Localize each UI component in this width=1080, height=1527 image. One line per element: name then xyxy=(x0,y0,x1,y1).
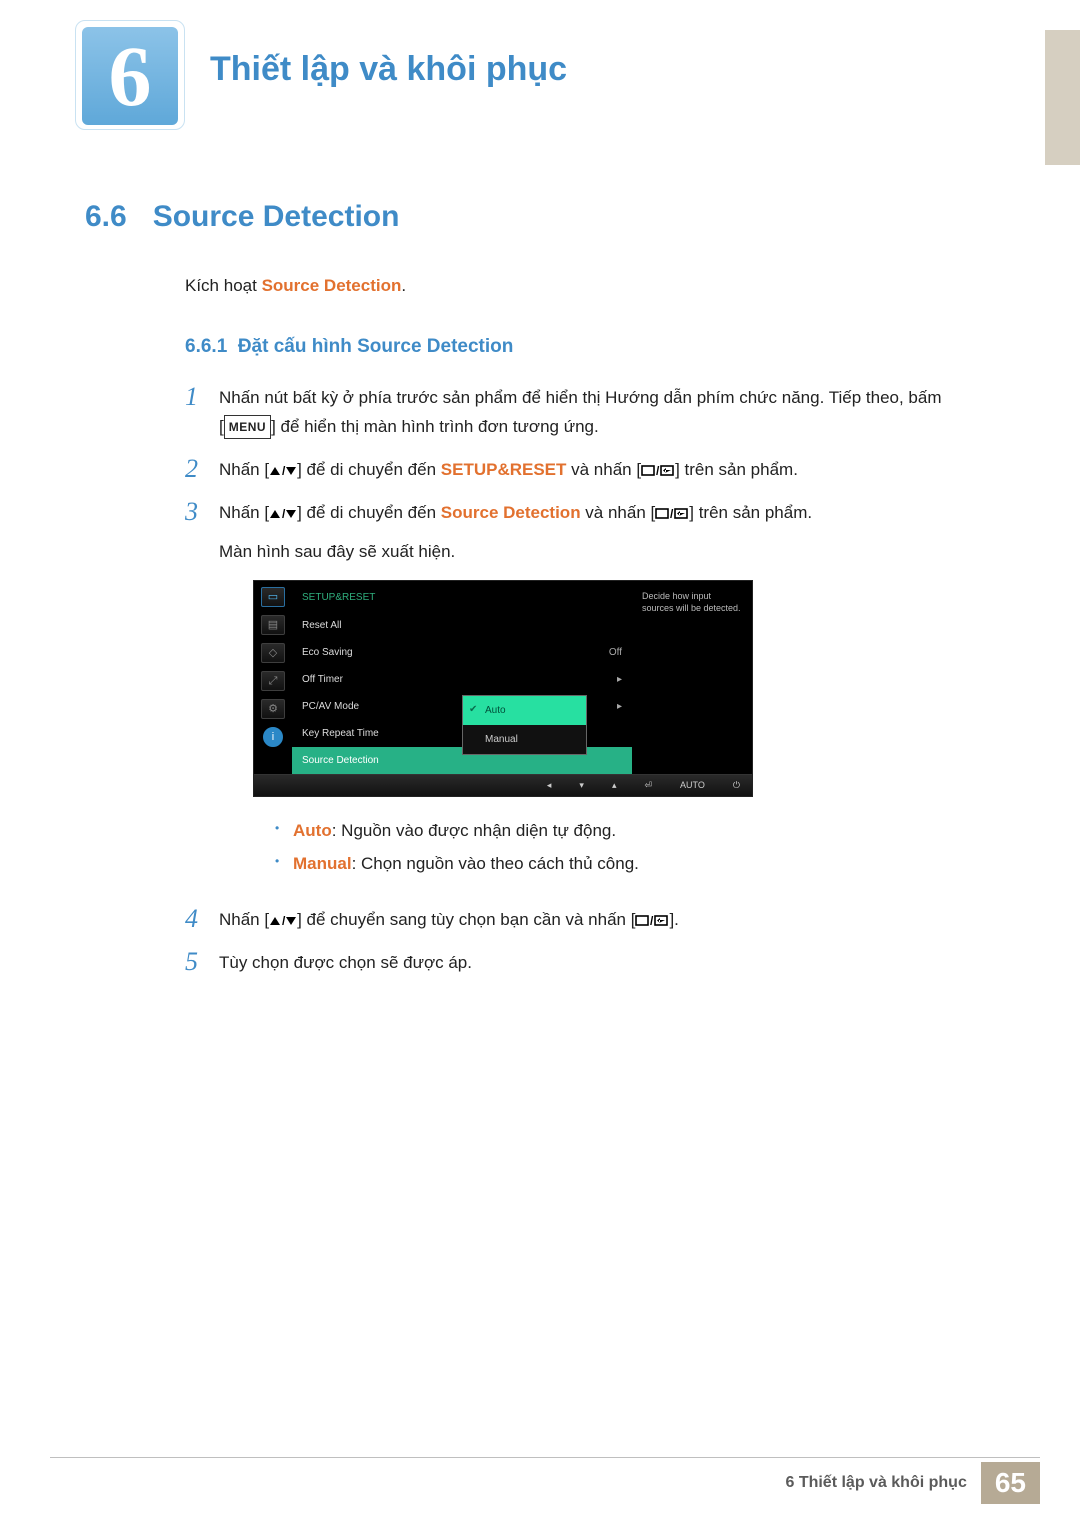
osd-icon-monitor: ▭ xyxy=(261,587,285,607)
steps-list: 1 Nhấn nút bất kỳ ở phía trước sản phẩm … xyxy=(185,384,1020,978)
osd-screenshot: ▭ ▤ ◇ ⤢ ⚙ i SETUP&RESET Reset All xyxy=(253,580,1020,797)
page-frame: 6 Thiết lập và khôi phục 6.6 Source Detec… xyxy=(50,20,1040,1497)
step-5: 5 Tùy chọn được chọn sẽ được áp. xyxy=(185,949,1020,978)
osd-option-manual: Manual xyxy=(463,725,586,754)
step-4: 4 Nhấn [/] để chuyển sang tùy chọn bạn c… xyxy=(185,906,1020,935)
footer-chapter-ref: 6 Thiết lập và khôi phục xyxy=(771,1462,980,1504)
step-1: 1 Nhấn nút bất kỳ ở phía trước sản phẩm … xyxy=(185,384,1020,442)
up-down-icon: / xyxy=(269,508,297,520)
osd-row-timer: Off Timer▸ xyxy=(292,666,632,693)
osd-footer: ◂ ▾ ▴ ⏎ AUTO ⏻ xyxy=(254,774,752,796)
osd-icon-setup: ⚙ xyxy=(261,699,285,719)
footer-page-number: 65 xyxy=(981,1462,1040,1504)
osd-icon-size: ⤢ xyxy=(261,671,285,691)
nav-up-icon: ▴ xyxy=(612,778,617,793)
osd-icon-color: ◇ xyxy=(261,643,285,663)
subsection-heading: 6.6.1 Đặt cấu hình Source Detection xyxy=(185,336,1020,358)
section-title: Source Detection xyxy=(153,200,400,233)
content: 6.6 Source Detection Kích hoạt Source Det… xyxy=(85,200,1020,992)
menu-chip: MENU xyxy=(224,415,271,439)
enter-source-icon: / xyxy=(641,465,675,477)
osd-option-auto: Auto xyxy=(463,696,586,725)
osd-sidebar: ▭ ▤ ◇ ⤢ ⚙ i xyxy=(254,581,292,774)
up-down-icon: / xyxy=(269,465,297,477)
nav-left-icon: ◂ xyxy=(547,778,552,793)
nav-auto-label: AUTO xyxy=(680,778,705,793)
osd-row-reset: Reset All xyxy=(292,612,632,639)
bullet-manual: Manual: Chọn nguồn vào theo cách thủ côn… xyxy=(275,848,1020,880)
osd-submenu: Auto Manual xyxy=(462,695,587,755)
bullet-auto: Auto: Nguồn vào được nhận diện tự động. xyxy=(275,815,1020,847)
svg-text:/: / xyxy=(656,465,660,477)
svg-text:/: / xyxy=(282,465,286,477)
chapter-title: Thiết lập và khôi phục xyxy=(210,50,567,89)
intro-line: Kích hoạt Source Detection. xyxy=(185,276,1020,296)
svg-text:/: / xyxy=(282,915,286,927)
chapter-badge: 6 xyxy=(75,20,185,130)
osd-title: SETUP&RESET xyxy=(292,585,632,612)
osd-hint: Decide how input sources will be detecte… xyxy=(632,581,752,774)
step-2: 2 Nhấn [/] để di chuyển đến SETUP&RESET … xyxy=(185,456,1020,485)
nav-down-icon: ▾ xyxy=(579,778,584,793)
step-3: 3 Nhấn [/] để di chuyển đến Source Detec… xyxy=(185,499,1020,892)
nav-enter-icon: ⏎ xyxy=(644,778,652,793)
nav-power-icon: ⏻ xyxy=(733,778,740,793)
option-descriptions: Auto: Nguồn vào được nhận diện tự động. … xyxy=(275,815,1020,880)
svg-text:/: / xyxy=(282,508,286,520)
page-footer: 6 Thiết lập và khôi phục 65 xyxy=(50,1457,1040,1503)
svg-text:/: / xyxy=(670,508,674,520)
side-tab xyxy=(1045,30,1080,165)
osd-row-eco: Eco SavingOff xyxy=(292,639,632,666)
section-number: 6.6 xyxy=(85,200,127,233)
up-down-icon: / xyxy=(269,915,297,927)
svg-text:/: / xyxy=(650,915,654,927)
osd-icon-picture: ▤ xyxy=(261,615,285,635)
section-heading: 6.6 Source Detection xyxy=(85,200,1020,234)
osd-icon-info: i xyxy=(263,727,283,747)
enter-source-icon: / xyxy=(635,915,669,927)
enter-source-icon: / xyxy=(655,508,689,520)
chapter-number: 6 xyxy=(109,26,152,126)
